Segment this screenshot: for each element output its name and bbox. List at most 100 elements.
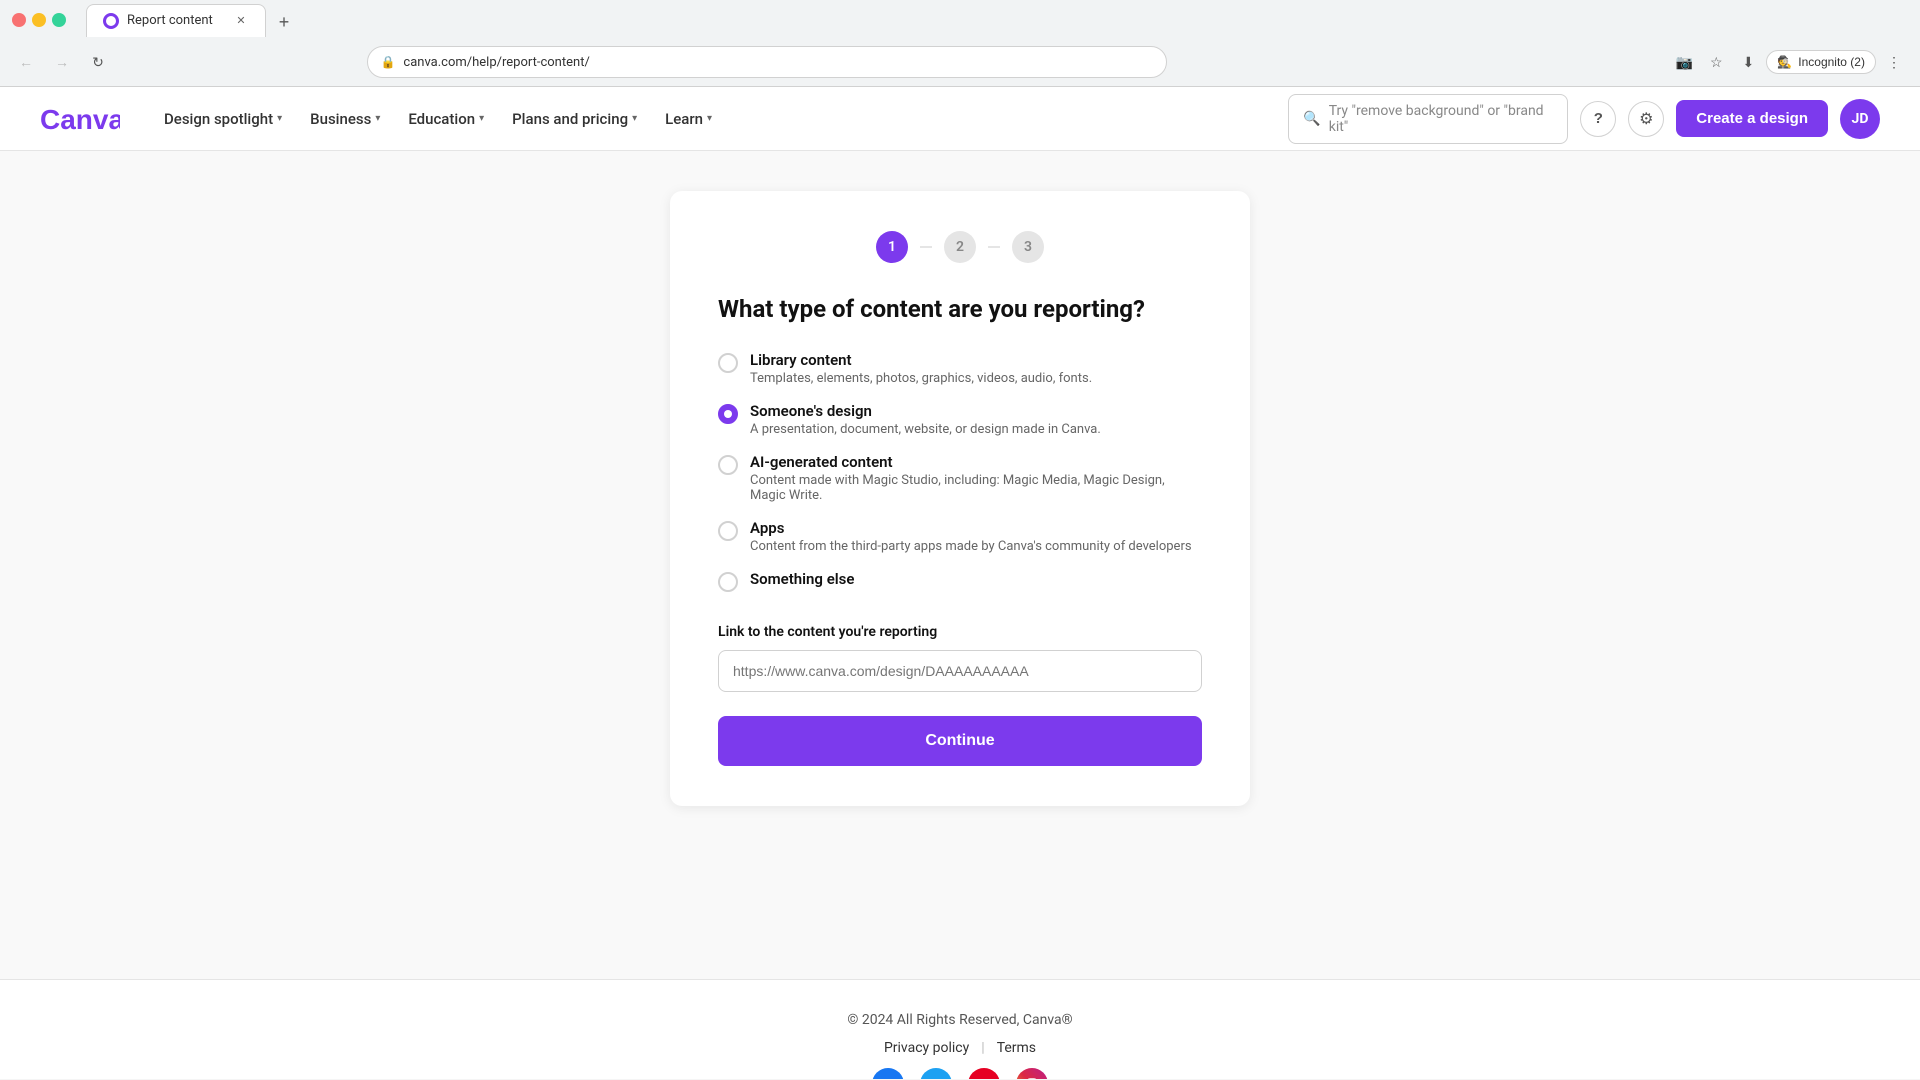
nav-item-plans-pricing[interactable]: Plans and pricing ▾ (500, 102, 649, 136)
settings-button[interactable]: ⚙ (1628, 101, 1664, 137)
tab-bar: Report content ✕ + (74, 4, 310, 37)
nav-label-design-spotlight: Design spotlight (164, 110, 273, 128)
svg-text:Canva: Canva (40, 104, 120, 135)
browser-chrome: Report content ✕ + ← → ↻ 🔒 canva.com/hel… (0, 0, 1920, 87)
url-text: canva.com/help/report-content/ (403, 55, 589, 70)
radio-option-library-text: Library content Templates, elements, pho… (750, 351, 1092, 386)
instagram-icon[interactable] (1016, 1068, 1048, 1079)
canva-logo[interactable]: Canva (40, 103, 120, 135)
radio-label-library: Library content (750, 351, 1092, 369)
incognito-icon: 🕵 (1777, 55, 1792, 69)
radio-circle-someones-design[interactable] (718, 404, 738, 424)
step-line-2-3 (988, 246, 1000, 248)
step-2[interactable]: 2 (944, 231, 976, 263)
title-bar: Report content ✕ + (0, 0, 1920, 40)
footer-links: Privacy policy | Terms (660, 1040, 1260, 1056)
minimize-window-button[interactable] (32, 13, 46, 27)
menu-button[interactable]: ⋮ (1880, 48, 1908, 76)
tab-favicon (103, 13, 119, 29)
radio-label-ai-generated: AI-generated content (750, 453, 1202, 471)
search-icon: 🔍 (1303, 111, 1320, 127)
form-card: 1 2 3 What type of content are you repor… (670, 191, 1250, 806)
search-bar[interactable]: 🔍 Try "remove background" or "brand kit" (1288, 94, 1568, 144)
nav-label-education: Education (408, 110, 475, 128)
radio-option-library[interactable]: Library content Templates, elements, pho… (718, 351, 1202, 386)
nav-item-design-spotlight[interactable]: Design spotlight ▾ (152, 102, 294, 136)
search-placeholder-text: Try "remove background" or "brand kit" (1329, 103, 1554, 135)
new-tab-button[interactable]: + (270, 9, 298, 37)
footer-terms-link[interactable]: Terms (997, 1040, 1036, 1056)
facebook-icon[interactable]: f (872, 1068, 904, 1079)
avatar[interactable]: JD (1840, 99, 1880, 139)
nav-item-learn[interactable]: Learn ▾ (653, 102, 724, 136)
download-button[interactable]: ⬇ (1734, 48, 1762, 76)
radio-label-apps: Apps (750, 519, 1192, 537)
social-icons: f 🐦 P (660, 1068, 1260, 1079)
radio-option-apps[interactable]: Apps Content from the third-party apps m… (718, 519, 1202, 554)
address-bar[interactable]: 🔒 canva.com/help/report-content/ (367, 46, 1167, 78)
radio-circle-ai-generated[interactable] (718, 455, 738, 475)
radio-option-something-else-text: Something else (750, 570, 854, 588)
radio-desc-ai-generated: Content made with Magic Studio, includin… (750, 473, 1202, 503)
navbar-right: 🔍 Try "remove background" or "brand kit"… (1288, 94, 1880, 144)
window-controls (12, 13, 66, 27)
active-tab[interactable]: Report content ✕ (86, 4, 266, 37)
twitter-icon[interactable]: 🐦 (920, 1068, 952, 1079)
tab-close-button[interactable]: ✕ (233, 13, 249, 29)
create-design-button[interactable]: Create a design (1676, 100, 1828, 137)
radio-option-someones-design[interactable]: Someone's design A presentation, documen… (718, 402, 1202, 437)
radio-desc-someones-design: A presentation, document, website, or de… (750, 422, 1101, 437)
nav-label-learn: Learn (665, 110, 703, 128)
bookmark-button[interactable]: ☆ (1702, 48, 1730, 76)
step-indicators: 1 2 3 (718, 231, 1202, 263)
radio-label-something-else: Something else (750, 570, 854, 588)
navbar: Canva Design spotlight ▾ Business ▾ Educ… (0, 87, 1920, 151)
nav-label-business: Business (310, 110, 371, 128)
tab-title: Report content (127, 13, 213, 28)
step-line-1-2 (920, 246, 932, 248)
question-title: What type of content are you reporting? (718, 295, 1202, 323)
main-content: 1 2 3 What type of content are you repor… (0, 151, 1920, 979)
footer-separator: | (981, 1040, 984, 1056)
pinterest-icon[interactable]: P (968, 1068, 1000, 1079)
footer-copyright: © 2024 All Rights Reserved, Canva® (660, 1012, 1260, 1028)
step-1[interactable]: 1 (876, 231, 908, 263)
radio-option-ai-generated[interactable]: AI-generated content Content made with M… (718, 453, 1202, 503)
step-3[interactable]: 3 (1012, 231, 1044, 263)
svg-text:f: f (885, 1078, 890, 1079)
nav-label-plans-pricing: Plans and pricing (512, 110, 628, 128)
chevron-down-icon-business: ▾ (375, 113, 380, 124)
chevron-down-icon-education: ▾ (479, 113, 484, 124)
radio-circle-something-else[interactable] (718, 572, 738, 592)
radio-circle-apps[interactable] (718, 521, 738, 541)
radio-option-apps-text: Apps Content from the third-party apps m… (750, 519, 1192, 554)
close-window-button[interactable] (12, 13, 26, 27)
forward-button[interactable]: → (48, 48, 76, 76)
radio-desc-apps: Content from the third-party apps made b… (750, 539, 1192, 554)
radio-option-ai-generated-text: AI-generated content Content made with M… (750, 453, 1202, 503)
link-input[interactable] (718, 650, 1202, 692)
nav-item-education[interactable]: Education ▾ (396, 102, 496, 136)
reload-button[interactable]: ↻ (84, 48, 112, 76)
incognito-button[interactable]: 🕵 Incognito (2) (1766, 50, 1876, 74)
help-button[interactable]: ? (1580, 101, 1616, 137)
radio-desc-library: Templates, elements, photos, graphics, v… (750, 371, 1092, 386)
browser-right-actions: 📷 ☆ ⬇ 🕵 Incognito (2) ⋮ (1670, 48, 1908, 76)
continue-button[interactable]: Continue (718, 716, 1202, 766)
back-button[interactable]: ← (12, 48, 40, 76)
radio-label-someones-design: Someone's design (750, 402, 1101, 420)
footer-privacy-link[interactable]: Privacy policy (884, 1040, 969, 1056)
footer-bottom: © 2024 All Rights Reserved, Canva® Priva… (660, 1012, 1260, 1079)
address-bar-row: ← → ↻ 🔒 canva.com/help/report-content/ 📷… (0, 40, 1920, 86)
radio-option-someones-design-text: Someone's design A presentation, documen… (750, 402, 1101, 437)
maximize-window-button[interactable] (52, 13, 66, 27)
radio-group: Library content Templates, elements, pho… (718, 351, 1202, 592)
radio-circle-library[interactable] (718, 353, 738, 373)
link-section: Link to the content you're reporting (718, 624, 1202, 692)
footer: © 2024 All Rights Reserved, Canva® Priva… (0, 979, 1920, 1079)
link-label: Link to the content you're reporting (718, 624, 1202, 640)
nav-item-business[interactable]: Business ▾ (298, 102, 392, 136)
camera-off-button[interactable]: 📷 (1670, 48, 1698, 76)
chevron-down-icon-plans: ▾ (632, 113, 637, 124)
radio-option-something-else[interactable]: Something else (718, 570, 1202, 592)
